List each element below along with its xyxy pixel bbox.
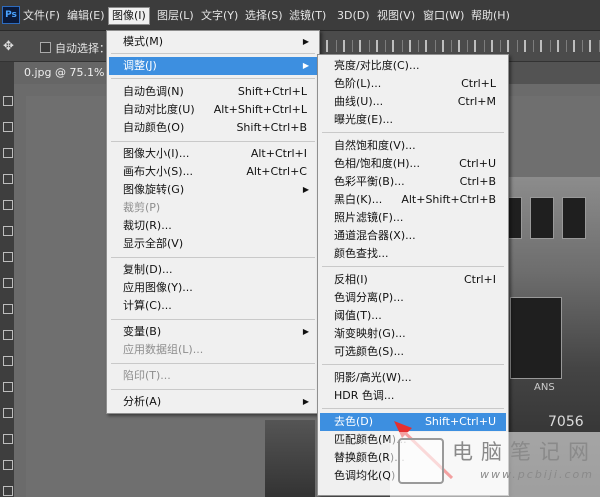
- watermark-logo-icon: [398, 438, 444, 484]
- watermark-url: www.pcbiji.com: [480, 468, 594, 481]
- watermark-title: 电脑笔记网: [452, 440, 597, 464]
- watermark: 电脑笔记网 www.pcbiji.com: [390, 432, 600, 497]
- annotation-arrow-icon: [394, 421, 454, 480]
